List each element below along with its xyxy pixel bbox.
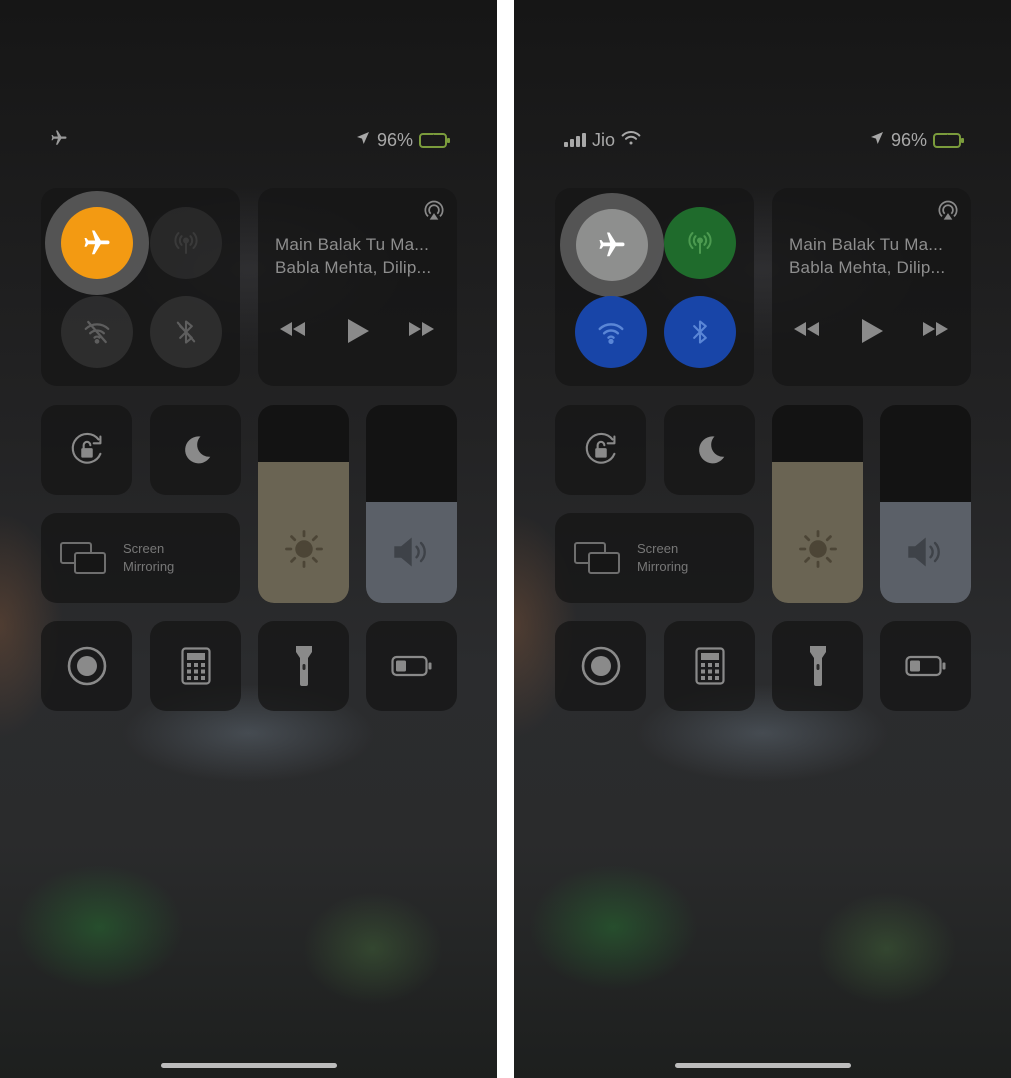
antenna-icon	[688, 232, 712, 254]
screen-recording-button[interactable]	[41, 621, 132, 711]
flashlight-button[interactable]	[258, 621, 349, 711]
now-playing-module[interactable]: Main Balak Tu Ma... Babla Mehta, Dilip..…	[258, 188, 457, 386]
home-indicator[interactable]	[160, 1063, 337, 1068]
airplay-audio-icon[interactable]	[421, 198, 447, 229]
brightness-slider[interactable]	[258, 405, 349, 603]
calculator-icon	[180, 647, 211, 685]
wifi-off-icon	[84, 320, 110, 344]
calculator-button[interactable]	[150, 621, 241, 711]
screen-mirroring-icon	[574, 542, 620, 574]
speaker-icon	[392, 534, 432, 575]
airplane-icon	[84, 230, 110, 255]
calculator-button[interactable]	[664, 621, 755, 711]
airplay-audio-icon[interactable]	[935, 198, 961, 229]
screen-mirroring-label: Screen Mirroring	[637, 541, 689, 574]
volume-slider[interactable]	[880, 405, 971, 603]
wifi-status-icon	[621, 130, 641, 151]
wifi-toggle[interactable]	[61, 296, 133, 368]
fast-forward-button[interactable]	[404, 316, 438, 342]
do-not-disturb-button[interactable]	[150, 405, 241, 495]
play-button[interactable]	[343, 316, 373, 346]
record-icon	[581, 646, 620, 686]
rewind-button[interactable]	[790, 316, 824, 342]
low-power-mode-button[interactable]	[880, 621, 971, 711]
battery-charging-icon	[419, 132, 450, 148]
control-center-airplane-off: Jio 96% Main Balak Tu Ma... Babla Mehta,…	[514, 0, 1011, 1078]
do-not-disturb-button[interactable]	[664, 405, 755, 495]
speaker-icon	[906, 534, 946, 575]
track-title: Main Balak Tu Ma...	[789, 235, 944, 254]
play-button[interactable]	[857, 316, 887, 346]
location-arrow-icon	[355, 130, 371, 151]
connectivity-module	[41, 188, 240, 386]
bluetooth-toggle[interactable]	[150, 296, 222, 368]
status-bar-left	[50, 128, 68, 152]
screen-mirroring-icon	[60, 542, 106, 574]
screen-recording-button[interactable]	[555, 621, 646, 711]
battery-percent: 96%	[376, 129, 413, 150]
cellular-signal-icon	[564, 133, 586, 147]
antenna-icon	[174, 232, 198, 254]
play-icon	[348, 319, 369, 343]
bluetooth-icon	[693, 320, 707, 344]
bluetooth-off-icon	[176, 320, 196, 344]
screen-mirroring-label: Screen Mirroring	[123, 541, 175, 574]
rotation-lock-icon	[71, 432, 101, 464]
low-power-mode-button[interactable]	[366, 621, 457, 711]
wifi-icon	[598, 323, 624, 344]
status-bar-right: 96%	[355, 128, 450, 152]
wifi-toggle[interactable]	[575, 296, 647, 368]
calculator-icon	[694, 647, 725, 685]
now-playing-module[interactable]: Main Balak Tu Ma... Babla Mehta, Dilip..…	[772, 188, 971, 386]
track-artist: Babla Mehta, Dilip...	[789, 258, 946, 277]
airplane-mode-toggle[interactable]	[61, 207, 133, 279]
airplane-icon	[599, 232, 625, 257]
rewind-icon	[280, 322, 305, 336]
status-bar-right: 96%	[869, 128, 964, 152]
track-artist: Babla Mehta, Dilip...	[275, 258, 432, 277]
bluetooth-toggle[interactable]	[664, 296, 736, 368]
home-indicator[interactable]	[674, 1063, 851, 1068]
track-title: Main Balak Tu Ma...	[275, 235, 430, 254]
screen-mirroring-button[interactable]: Screen Mirroring	[555, 513, 754, 603]
battery-icon	[904, 655, 945, 677]
fast-forward-icon	[409, 322, 434, 336]
sun-icon	[283, 528, 325, 575]
orientation-lock-button[interactable]	[555, 405, 646, 495]
battery-icon	[390, 655, 431, 677]
sun-icon	[797, 528, 839, 575]
rewind-button[interactable]	[276, 316, 310, 342]
status-bar-left: Jio	[564, 128, 641, 152]
cellular-data-toggle[interactable]	[150, 207, 222, 279]
battery-percent: 96%	[890, 129, 927, 150]
screen-mirroring-button[interactable]: Screen Mirroring	[41, 513, 240, 603]
carrier-name: Jio	[592, 129, 616, 150]
location-arrow-icon	[869, 130, 885, 151]
orientation-lock-button[interactable]	[41, 405, 132, 495]
flashlight-button[interactable]	[772, 621, 863, 711]
fast-forward-button[interactable]	[918, 316, 952, 342]
control-center-airplane-on: 96% Main Balak Tu Ma... Babla Mehta, Dil…	[0, 0, 497, 1078]
rewind-icon	[794, 322, 819, 336]
cellular-data-toggle[interactable]	[664, 207, 736, 279]
moon-icon	[184, 436, 210, 464]
airplane-mode-toggle[interactable]	[576, 209, 648, 281]
airplane-mode-status-icon	[50, 129, 68, 152]
flashlight-icon	[809, 646, 826, 686]
play-icon	[862, 319, 883, 343]
battery-charging-icon	[933, 132, 964, 148]
fast-forward-icon	[923, 322, 948, 336]
rotation-lock-icon	[585, 432, 615, 464]
record-icon	[67, 646, 106, 686]
connectivity-module	[555, 188, 754, 386]
flashlight-icon	[295, 646, 312, 686]
moon-icon	[698, 436, 724, 464]
volume-slider[interactable]	[366, 405, 457, 603]
brightness-slider[interactable]	[772, 405, 863, 603]
